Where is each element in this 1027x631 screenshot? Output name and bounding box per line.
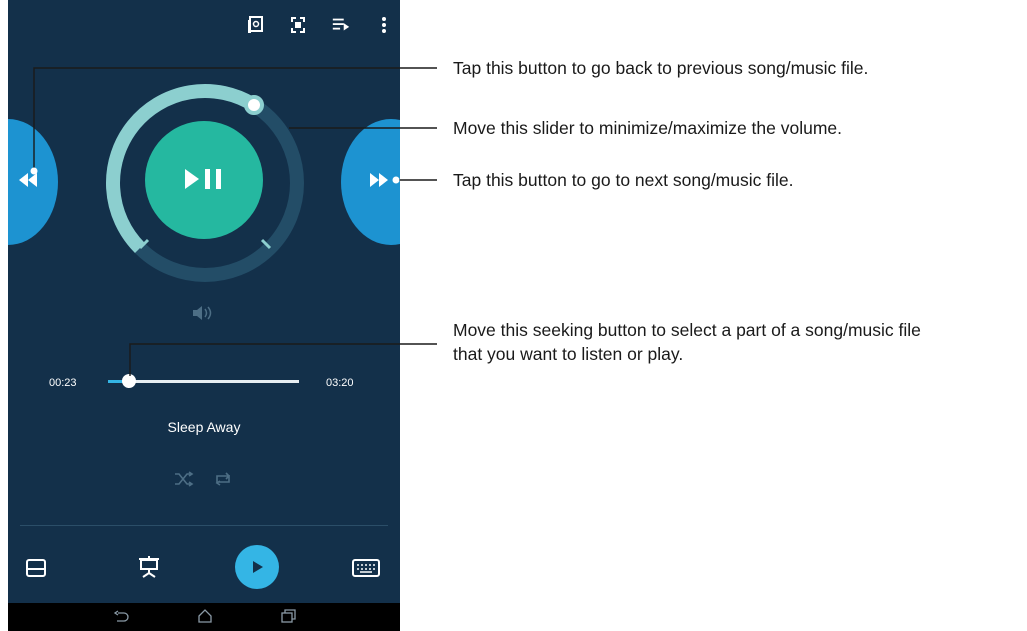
play-pause-icon (185, 169, 221, 189)
play-icon (253, 561, 263, 573)
volume-speaker-icon (193, 306, 212, 320)
overflow-menu-icon[interactable] (374, 14, 394, 36)
back-icon[interactable] (113, 610, 129, 624)
keyboard-icon[interactable] (352, 559, 380, 577)
bottom-play-button[interactable] (235, 545, 279, 589)
total-time: 03:20 (326, 377, 354, 389)
home-icon[interactable] (197, 608, 213, 624)
floating-window-icon[interactable] (25, 558, 47, 578)
cast-icon[interactable] (246, 14, 266, 36)
current-time: 00:23 (49, 377, 77, 389)
recent-apps-icon[interactable] (280, 609, 296, 623)
presentation-icon[interactable] (137, 555, 161, 579)
play-pause-button[interactable] (145, 121, 263, 239)
callout-volume: Move this slider to minimize/maximize th… (453, 118, 843, 138)
playlist-icon[interactable] (331, 14, 351, 36)
fast-forward-icon (370, 173, 388, 187)
callout-previous: Tap this button to go back to previous s… (453, 58, 869, 78)
divider (20, 525, 388, 526)
callout-seek-line1: Move this seeking button to select a par… (453, 320, 921, 340)
seek-track[interactable] (108, 374, 299, 388)
system-nav-bar (8, 603, 400, 631)
song-title: Sleep Away (167, 419, 241, 435)
seek-handle[interactable] (122, 374, 136, 388)
music-player-screen: 00:23 03:20 Sleep Away (8, 0, 400, 631)
callout-next: Tap this button to go to next song/music… (453, 170, 794, 190)
callout-seek-line2: that you want to listen or play. (453, 344, 684, 364)
shuffle-icon[interactable] (173, 471, 195, 487)
fullscreen-icon[interactable] (288, 14, 308, 36)
repeat-icon[interactable] (213, 471, 233, 487)
rewind-icon (19, 173, 37, 187)
